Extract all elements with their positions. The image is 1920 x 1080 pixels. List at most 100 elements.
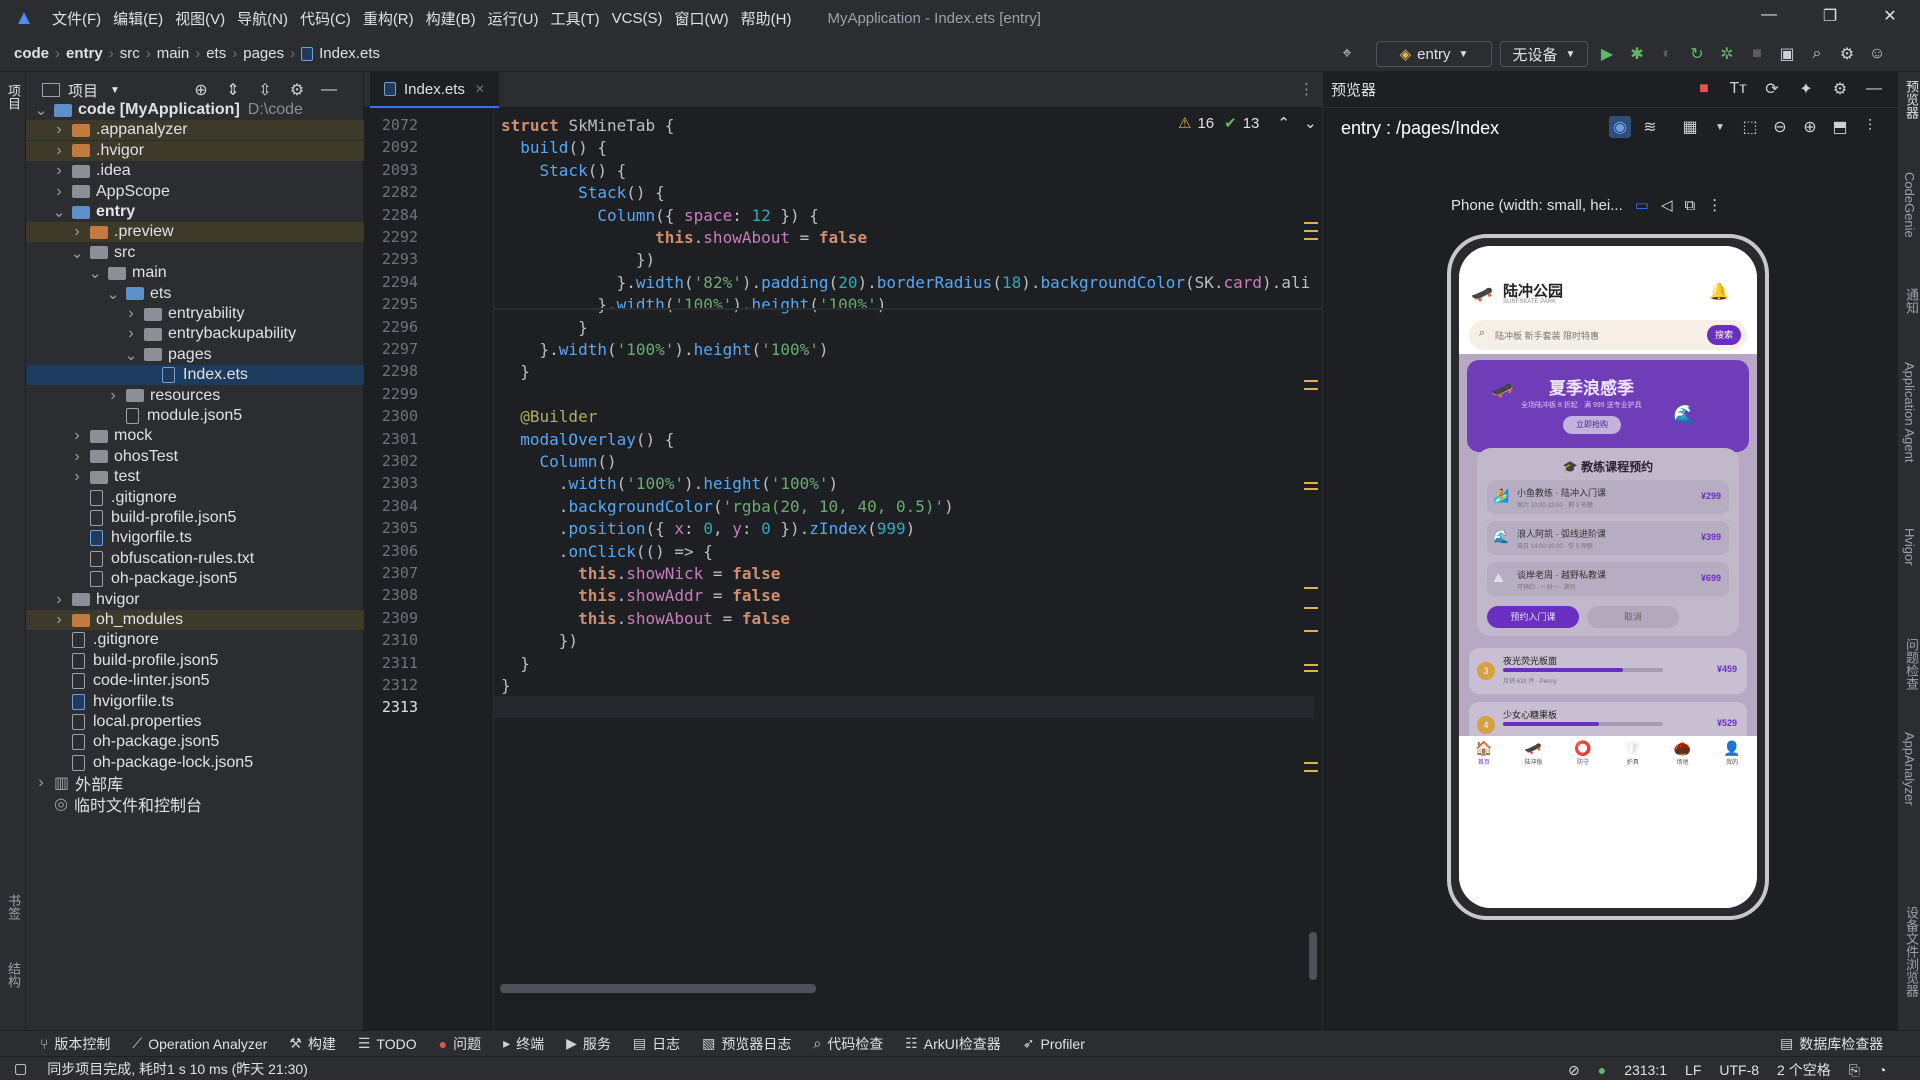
ruler-icon[interactable]: ⫶ (1859, 116, 1881, 138)
tree-item[interactable]: ⌄ code [MyApplication] D:\code (26, 100, 364, 120)
chevron-right-icon[interactable]: › (52, 591, 66, 609)
menu-item[interactable]: 代码(C) (300, 8, 351, 29)
layers-icon[interactable]: ≋ (1639, 116, 1661, 138)
account-icon[interactable]: ☺ (1866, 43, 1888, 65)
bell-icon[interactable]: 🔔 (1709, 282, 1729, 302)
search-bar[interactable]: ⌕ 陆冲板 新手套装 限时特惠 搜索 (1469, 320, 1747, 350)
product-item[interactable]: 3 夜光荧光板面 月销 638 件 · Penny ¥459 (1469, 648, 1747, 694)
status-message[interactable]: 同步项目完成, 耗时1 s 10 ms (昨天 21:30) (47, 1059, 308, 1079)
course-item[interactable]: 🏄 小鱼教练 · 陆冲入门课 周六 10:00-12:00 · 剩 3 名额 ¥299 (1487, 480, 1729, 514)
error-stripe-mark[interactable] (1304, 587, 1318, 589)
code-line[interactable]: } (501, 362, 530, 381)
tool-window-button[interactable]: ▶ 服务 (566, 1034, 611, 1054)
chevron-down-icon[interactable]: ▼ (110, 85, 120, 96)
zoom-out-icon[interactable]: ⊖ (1769, 116, 1791, 138)
tool-window-button[interactable]: ⟋ Operation Analyzer (132, 1035, 267, 1052)
tree-item[interactable]: › .idea (26, 161, 364, 181)
tab-bar-item[interactable]: 🌰 场地 (1662, 740, 1702, 766)
device-name[interactable]: Phone (width: small, hei... (1451, 197, 1623, 214)
structure-tool-tab[interactable]: 结构 (4, 962, 23, 988)
settings-icon[interactable]: ⚙ (286, 79, 308, 101)
chevron-right-icon[interactable]: › (106, 387, 120, 405)
chevron-right-icon[interactable]: › (70, 223, 84, 241)
cancel-button[interactable]: 取消 (1587, 606, 1679, 628)
menu-item[interactable]: 文件(F) (52, 8, 101, 29)
menu-item[interactable]: 编辑(E) (113, 8, 163, 29)
tree-item[interactable]: hvigorfile.ts (26, 692, 364, 712)
locate-icon[interactable]: ⊕ (190, 79, 212, 101)
error-stripe-mark[interactable] (1304, 488, 1318, 490)
more-options-icon[interactable]: ⋮ (1299, 80, 1314, 98)
chevron-down-icon[interactable]: ⌄ (106, 285, 120, 303)
tree-item[interactable]: › entryability (26, 304, 364, 324)
tree-item[interactable]: › test (26, 467, 364, 487)
breadcrumb-item[interactable]: src (120, 45, 140, 62)
tree-item[interactable]: › hvigor (26, 590, 364, 610)
tool-window-button[interactable]: ● 问题 (439, 1034, 481, 1054)
chevron-down-icon[interactable]: ⌄ (52, 203, 66, 221)
zoom-in-icon[interactable]: ⊕ (1799, 116, 1821, 138)
tool-window-button[interactable]: ⑂ 版本控制 (40, 1034, 110, 1054)
tree-item[interactable]: ⌄ ets (26, 284, 364, 304)
tab-bar-item[interactable]: 🛹 陆冲板 (1513, 740, 1553, 766)
inspection-widget[interactable]: ⚠ 16 ✔ 13 ⌃ ⌄ (1178, 114, 1317, 133)
tree-item[interactable]: .gitignore (26, 630, 364, 650)
error-stripe-mark[interactable] (1304, 380, 1318, 382)
error-stripe-mark[interactable] (1304, 630, 1318, 632)
chevron-right-icon[interactable]: › (52, 142, 66, 160)
code-line[interactable]: this.showAbout = false (501, 228, 867, 247)
menu-item[interactable]: VCS(S) (612, 10, 663, 27)
chevron-down-icon[interactable]: ▼ (1709, 116, 1731, 138)
refresh-icon[interactable]: ⟳ (1761, 78, 1783, 100)
notifications-tool-tab[interactable]: 通知 (1902, 288, 1920, 314)
tree-item[interactable]: ⌄ src (26, 243, 364, 263)
banner-button[interactable]: 立即抢购 (1563, 416, 1621, 434)
chevron-right-icon[interactable]: › (124, 305, 138, 323)
run-config-select[interactable]: ◈ entry ▼ (1376, 41, 1492, 67)
rotate-icon[interactable]: ◁ (1661, 196, 1673, 214)
error-stripe-mark[interactable] (1304, 670, 1318, 672)
breadcrumb-item[interactable]: code (14, 45, 49, 62)
breadcrumb-item[interactable]: ets (206, 45, 226, 62)
chevron-down-icon[interactable]: ⌄ (34, 101, 48, 119)
debug-icon[interactable]: ✱ (1626, 43, 1648, 65)
grid-icon[interactable]: ▦ (1679, 116, 1701, 138)
eye-icon[interactable]: ◉ (1609, 116, 1631, 138)
error-stripe-mark[interactable] (1304, 664, 1318, 666)
tool-window-button[interactable]: ▤ 日志 (633, 1034, 680, 1054)
collapse-all-icon[interactable]: ⇳ (254, 79, 276, 101)
tree-item[interactable]: ⌄ entry (26, 202, 364, 222)
target-icon[interactable]: ⌖ (1336, 43, 1358, 65)
error-stripe-mark[interactable] (1304, 230, 1318, 232)
breadcrumb-item[interactable]: main (157, 45, 190, 62)
code-line[interactable]: Stack() { (501, 183, 665, 202)
problems-check-tool-tab[interactable]: 问题检查 (1902, 638, 1920, 690)
project-panel-title[interactable]: 项目 (68, 80, 98, 101)
device-manager-icon[interactable]: ▣ (1776, 43, 1798, 65)
hide-icon[interactable]: — (1863, 78, 1885, 100)
tree-item[interactable]: build-profile.json5 (26, 508, 364, 528)
more-icon[interactable]: ⋮ (1707, 196, 1722, 214)
chevron-right-icon[interactable]: › (52, 183, 66, 201)
menu-item[interactable]: 窗口(W) (674, 8, 728, 29)
code-line[interactable]: } (501, 654, 530, 673)
tool-window-button[interactable]: ⌕ 代码检查 (813, 1034, 883, 1054)
chevron-right-icon[interactable]: › (124, 325, 138, 343)
application-agent-tool-tab[interactable]: Application Agent (1902, 362, 1917, 462)
tree-item[interactable]: ⌄ main (26, 263, 364, 283)
chevron-down-icon[interactable]: ⌄ (1304, 114, 1317, 132)
tree-item[interactable]: › .hvigor (26, 140, 364, 161)
cursor-position[interactable]: 2313:1 (1624, 1062, 1667, 1078)
horizontal-scrollbar[interactable] (500, 984, 816, 993)
tool-window-button[interactable]: ➶ Profiler (1023, 1035, 1085, 1052)
code-line[interactable]: .backgroundColor('rgba(20, 10, 40, 0.5)'… (501, 497, 954, 516)
tree-item[interactable]: obfuscation-rules.txt (26, 549, 364, 569)
tab-bar-item[interactable]: 🛡 护具 (1613, 740, 1653, 766)
menu-item[interactable]: 帮助(H) (741, 8, 792, 29)
menu-item[interactable]: 运行(U) (488, 8, 539, 29)
device-file-browser-tool-tab[interactable]: 设备文件浏览器 (1902, 906, 1920, 997)
stop-preview-icon[interactable]: ■ (1693, 78, 1715, 100)
error-stripe-mark[interactable] (1304, 770, 1318, 772)
book-course-button[interactable]: 预约入门课 (1487, 606, 1579, 628)
tree-item[interactable]: › oh_modules (26, 610, 364, 630)
